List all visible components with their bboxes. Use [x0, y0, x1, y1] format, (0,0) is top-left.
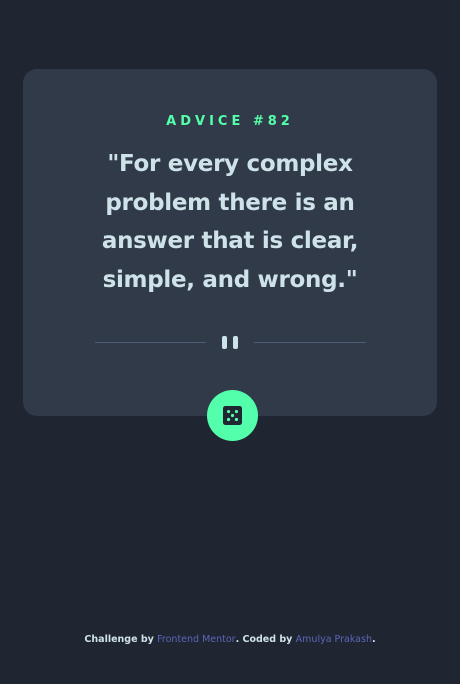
attribution-footer: Challenge by Frontend Mentor. Coded by A… [0, 634, 460, 645]
divider-line-left [95, 342, 206, 343]
new-advice-button[interactable] [207, 390, 258, 441]
advice-number: ADVICE #82 [166, 114, 294, 129]
frontend-mentor-link[interactable]: Frontend Mentor [157, 634, 235, 645]
footer-prefix: Challenge by [84, 634, 158, 645]
pause-icon [222, 336, 227, 349]
divider-line-right [254, 342, 366, 343]
pause-icon [233, 336, 238, 349]
footer-suffix: . [371, 634, 376, 645]
dice-icon [223, 406, 242, 425]
footer-middle: . Coded by [235, 634, 296, 645]
author-link[interactable]: Amulya Prakash [296, 634, 372, 645]
advice-quote: "For every complex problem there is an a… [101, 151, 359, 293]
